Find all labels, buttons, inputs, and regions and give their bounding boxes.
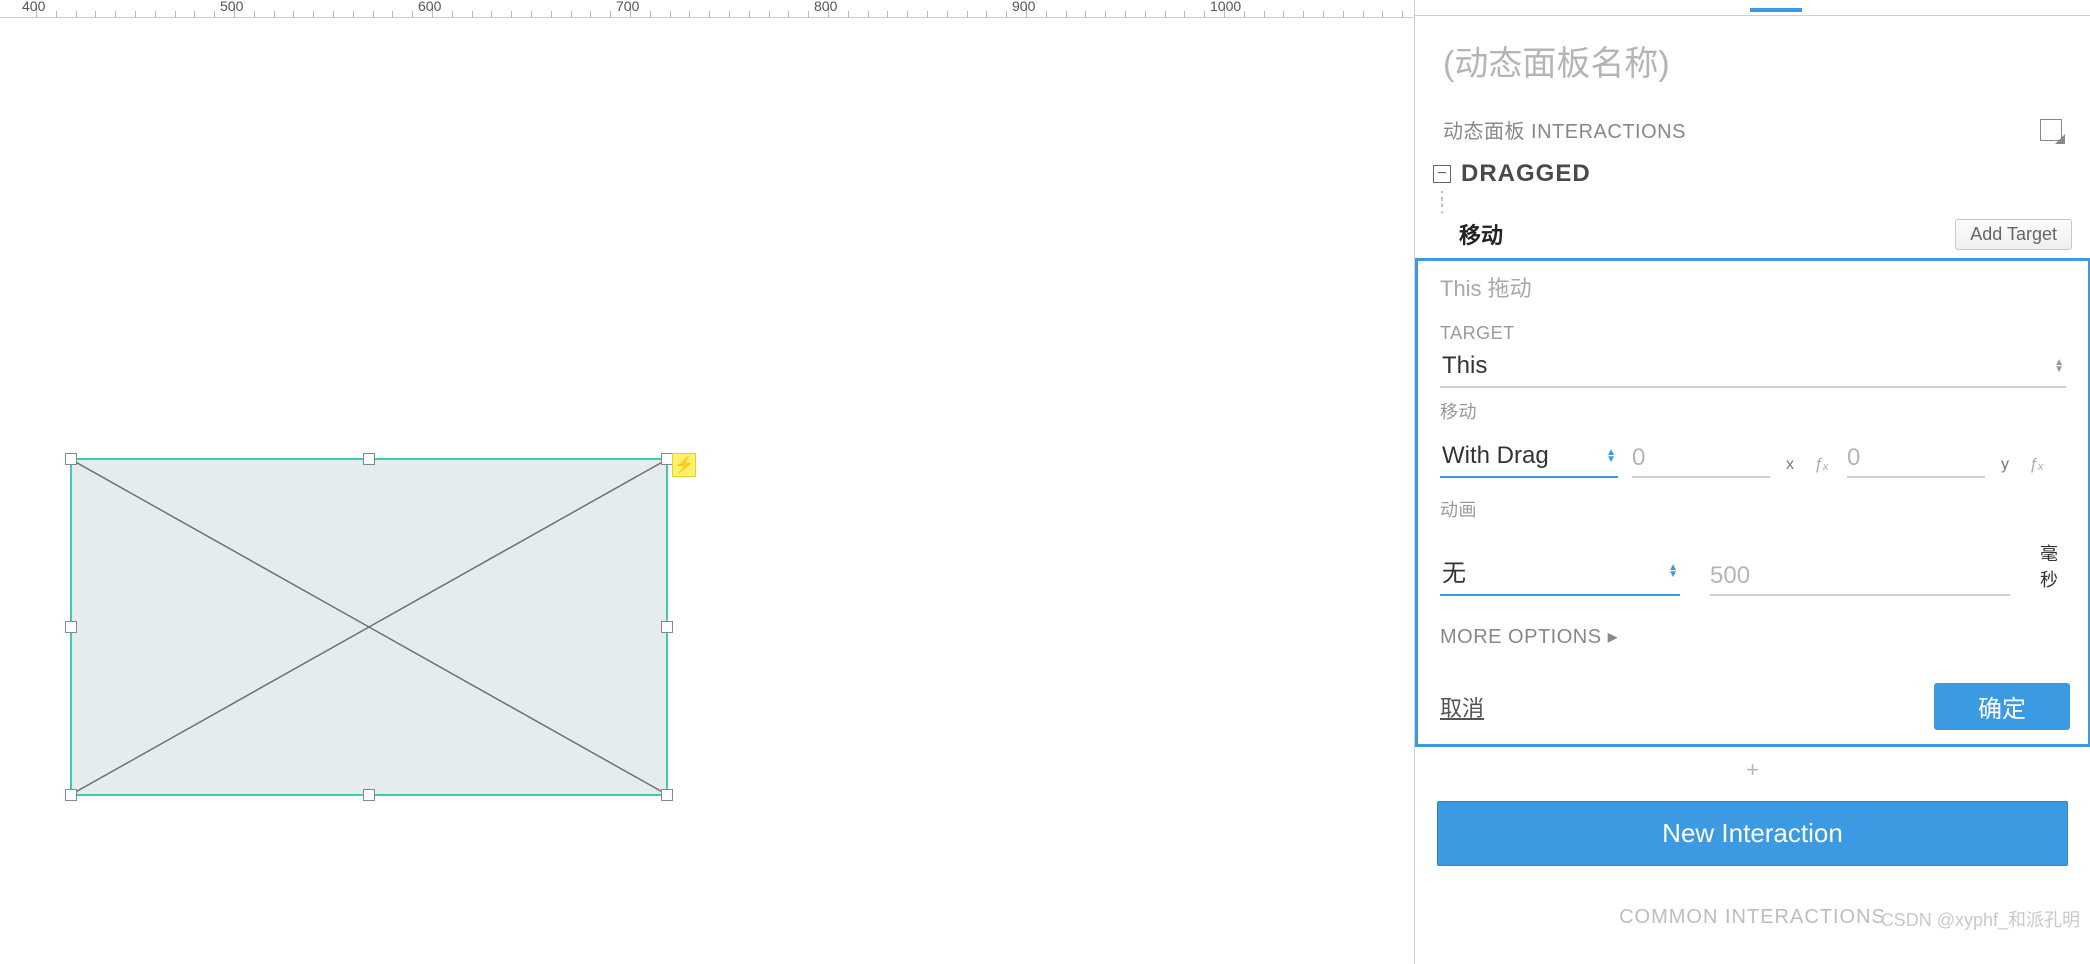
action-config-panel: This 拖动 TARGET This ▲▼ 移动 With Drag ▲▼ 0… — [1415, 258, 2090, 747]
y-input[interactable]: 0 — [1847, 444, 1985, 478]
resize-handle-n[interactable] — [363, 453, 375, 465]
watermark: CSDN @xyphf_和派孔明 — [1881, 906, 2080, 932]
ruler-tick-label: 800 — [814, 0, 837, 14]
interactions-section-label: 动态面板 INTERACTIONS — [1443, 115, 1686, 144]
inspector-panel: (动态面板名称) 动态面板 INTERACTIONS − DRAGGED ⋮⋮ … — [1414, 0, 2090, 964]
fx-x-icon[interactable]: ƒₓ — [1810, 456, 1833, 478]
ruler-tick-label: 500 — [220, 0, 243, 14]
fx-y-icon[interactable]: ƒₓ — [2025, 456, 2048, 478]
interaction-badge-icon[interactable]: ⚡ — [672, 453, 696, 477]
ruler-tick-label: 400 — [22, 0, 45, 14]
panel-tabs — [1415, 0, 2090, 16]
collapse-event-icon[interactable]: − — [1433, 165, 1451, 183]
resize-handle-e[interactable] — [661, 621, 673, 633]
resize-handle-s[interactable] — [363, 789, 375, 801]
chevron-updown-icon: ▲▼ — [1668, 564, 1678, 578]
move-mode-select[interactable]: With Drag ▲▼ — [1440, 438, 1618, 478]
ruler-horizontal: 400 500 600 700 800 900 1000 — [0, 0, 1414, 18]
move-label: 移动 — [1440, 398, 2066, 424]
tab-interactions[interactable] — [1750, 0, 1802, 12]
chevron-updown-icon: ▲▼ — [2054, 359, 2064, 373]
animation-select[interactable]: 无 ▲▼ — [1440, 549, 1680, 596]
drag-dots-icon: ⋮⋮ — [1415, 194, 2090, 210]
add-target-button[interactable]: Add Target — [1955, 219, 2072, 250]
canvas-area[interactable]: 400 500 600 700 800 900 1000 ⚡ — [0, 0, 1414, 964]
event-name: DRAGGED — [1461, 160, 1591, 188]
animation-label: 动画 — [1440, 496, 2066, 522]
move-mode-value: With Drag — [1442, 442, 1549, 470]
element-name-input[interactable]: (动态面板名称) — [1443, 36, 2062, 85]
ruler-tick-label: 700 — [616, 0, 639, 14]
selected-dynamic-panel[interactable]: ⚡ — [70, 458, 668, 796]
cancel-button[interactable]: 取消 — [1440, 691, 1484, 723]
x-label: x — [1784, 456, 1796, 478]
action-summary: This 拖动 — [1418, 261, 2088, 313]
add-action-button[interactable]: + — [1415, 747, 2090, 801]
target-value: This — [1442, 352, 1487, 380]
new-interaction-button[interactable]: New Interaction — [1437, 801, 2068, 866]
expand-panel-icon[interactable] — [2040, 119, 2062, 141]
y-label: y — [1999, 456, 2011, 478]
target-select[interactable]: This ▲▼ — [1440, 348, 2066, 388]
x-input[interactable]: 0 — [1632, 444, 1770, 478]
placeholder-cross-icon — [72, 460, 666, 794]
resize-handle-nw[interactable] — [65, 453, 77, 465]
action-name: 移动 — [1459, 218, 1503, 250]
ruler-tick-label: 600 — [418, 0, 441, 14]
ruler-tick-label: 900 — [1012, 0, 1035, 14]
target-label: TARGET — [1440, 323, 2066, 344]
resize-handle-w[interactable] — [65, 621, 77, 633]
ok-button[interactable]: 确定 — [1934, 683, 2070, 730]
ruler-tick-label: 1000 — [1210, 0, 1241, 14]
resize-handle-se[interactable] — [661, 789, 673, 801]
chevron-updown-icon: ▲▼ — [1606, 449, 1616, 463]
ms-label: 毫秒 — [2040, 540, 2066, 596]
animation-value: 无 — [1442, 553, 1466, 588]
resize-handle-sw[interactable] — [65, 789, 77, 801]
duration-input[interactable]: 500 — [1710, 562, 2010, 596]
more-options-toggle[interactable]: MORE OPTIONS ▸ — [1418, 596, 2088, 659]
